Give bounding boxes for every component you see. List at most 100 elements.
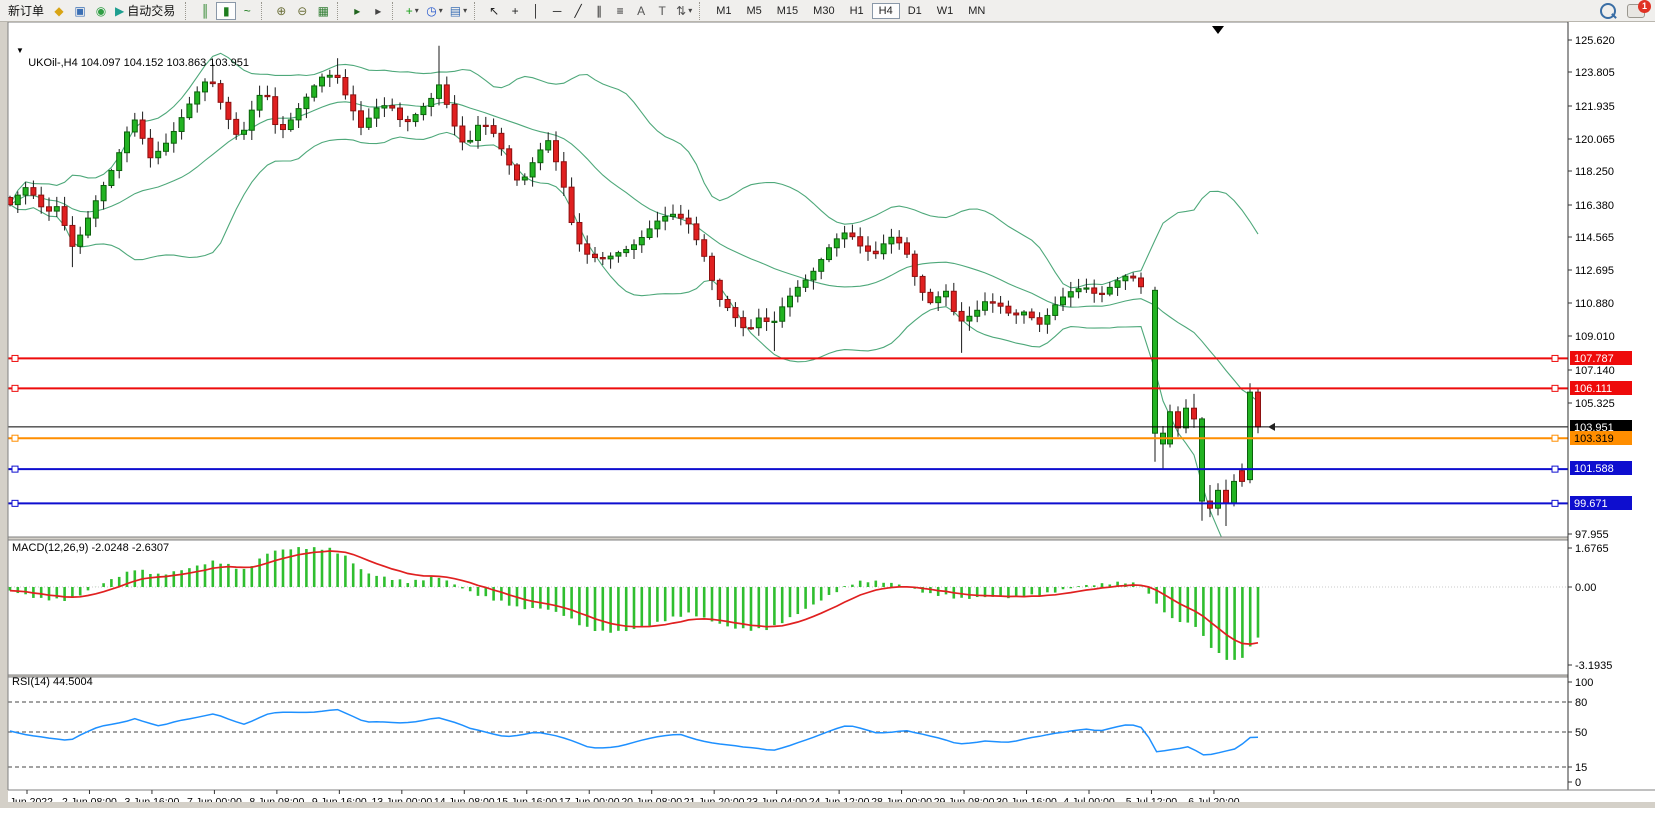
line-handle[interactable] — [1552, 435, 1558, 441]
candle — [951, 291, 956, 311]
candle — [47, 207, 52, 211]
line-handle[interactable] — [1552, 500, 1558, 506]
candle — [31, 188, 36, 195]
line-handle[interactable] — [1552, 355, 1558, 361]
arrows-icon[interactable]: ⇅▾ — [673, 2, 695, 20]
text-label-icon[interactable]: T — [652, 2, 672, 20]
candle — [62, 207, 67, 226]
timeframe-button-m15[interactable]: M15 — [770, 3, 805, 19]
trendline-icon: ╱ — [575, 5, 582, 17]
timeframe-button-m5[interactable]: M5 — [739, 3, 768, 19]
horizontal-line-icon[interactable]: ─ — [547, 2, 567, 20]
timeframe-button-m1[interactable]: M1 — [709, 3, 738, 19]
candle — [546, 141, 551, 150]
candle — [1224, 490, 1229, 502]
candle — [234, 119, 239, 134]
candle — [764, 318, 769, 321]
chart-window[interactable]: 125.620123.805121.935120.065118.250116.3… — [0, 22, 1655, 808]
line-handle[interactable] — [1552, 466, 1558, 472]
candle — [507, 149, 512, 165]
candle — [452, 104, 457, 126]
auto-scroll-icon[interactable]: ▸ — [347, 2, 367, 20]
candle — [374, 108, 379, 118]
charts-icon[interactable]: ◆ — [49, 2, 69, 20]
candle — [741, 318, 746, 328]
candle — [1139, 278, 1144, 287]
candle — [600, 258, 605, 259]
line-handle[interactable] — [12, 500, 18, 506]
indicators-icon[interactable]: +▾ — [402, 2, 422, 20]
candle — [156, 151, 161, 157]
candle — [749, 328, 754, 329]
candle — [218, 84, 223, 103]
candle — [655, 221, 660, 229]
timeframe-button-w1[interactable]: W1 — [930, 3, 961, 19]
candle — [998, 303, 1003, 306]
timeframe-button-h4[interactable]: H4 — [872, 3, 900, 19]
macd-tick-label: 0.00 — [1575, 582, 1596, 594]
search-icon[interactable] — [1600, 3, 1616, 19]
line-handle[interactable] — [12, 435, 18, 441]
text-icon[interactable]: A — [631, 2, 651, 20]
candle — [468, 140, 473, 141]
periods-icon[interactable]: ◷▾ — [423, 2, 446, 20]
vertical-line-icon[interactable]: │ — [526, 2, 546, 20]
candle — [889, 237, 894, 244]
candle — [54, 207, 59, 211]
candle — [288, 120, 293, 130]
window-left-frame — [0, 22, 8, 808]
chart-canvas[interactable]: 125.620123.805121.935120.065118.250116.3… — [0, 22, 1655, 808]
candle — [1256, 392, 1261, 427]
candle — [398, 108, 403, 119]
line-handle[interactable] — [12, 466, 18, 472]
chart-shift-icon[interactable]: ▸ — [368, 2, 388, 20]
tile-windows-icon[interactable]: ▦ — [313, 2, 333, 20]
candle — [1014, 313, 1019, 315]
timeframe-button-h1[interactable]: H1 — [843, 3, 871, 19]
candle — [265, 95, 270, 96]
equidistant-channel-icon[interactable]: ∥ — [589, 2, 609, 20]
candle — [1006, 306, 1011, 313]
line-chart-icon[interactable]: ~ — [237, 2, 257, 20]
candle — [842, 233, 847, 239]
templates-icon[interactable]: ▤▾ — [447, 2, 470, 20]
price-tick-label: 107.140 — [1575, 365, 1615, 377]
candle — [936, 297, 941, 303]
signals-icon: ◉ — [96, 5, 106, 17]
symbol-dropdown-icon[interactable]: ▼ — [16, 46, 24, 55]
candle — [912, 254, 917, 276]
timeframe-button-m30[interactable]: M30 — [806, 3, 841, 19]
candle — [382, 106, 387, 108]
candle — [1092, 288, 1097, 293]
notifications-icon[interactable]: 1 — [1627, 4, 1645, 18]
cursor-icon[interactable]: ↖ — [484, 2, 504, 20]
terminal-icon[interactable]: ▣ — [70, 2, 90, 20]
candle — [608, 256, 613, 259]
rsi-tick-label: 0 — [1575, 777, 1581, 789]
toolbar-separator — [474, 2, 480, 20]
zoom-out-icon[interactable]: ⊖ — [292, 2, 312, 20]
text-label-icon: T — [658, 5, 665, 17]
crosshair-icon: + — [512, 5, 519, 17]
line-chart-icon: ~ — [244, 5, 251, 17]
candlestick-icon[interactable]: ▮ — [216, 2, 236, 20]
new-order-button[interactable]: 新订单 — [4, 2, 48, 20]
candle — [117, 153, 122, 171]
macd-tick-label: -3.1935 — [1575, 660, 1612, 672]
line-handle[interactable] — [1552, 385, 1558, 391]
candle — [327, 75, 332, 77]
bar-chart-icon[interactable]: ║ — [195, 2, 215, 20]
signals-icon[interactable]: ◉ — [91, 2, 111, 20]
crosshair-icon[interactable]: + — [505, 2, 525, 20]
candle — [405, 120, 410, 122]
trendline-icon[interactable]: ╱ — [568, 2, 588, 20]
timeframe-button-d1[interactable]: D1 — [901, 3, 929, 19]
fibonacci-icon[interactable]: ≡ — [610, 2, 630, 20]
line-handle[interactable] — [12, 355, 18, 361]
candle — [1216, 490, 1221, 508]
line-handle[interactable] — [12, 385, 18, 391]
zoom-in-icon[interactable]: ⊕ — [271, 2, 291, 20]
timeframe-button-mn[interactable]: MN — [961, 3, 992, 19]
autotrading-button[interactable]: ▶自动交易 — [112, 2, 181, 20]
fibonacci-icon: ≡ — [617, 5, 624, 17]
